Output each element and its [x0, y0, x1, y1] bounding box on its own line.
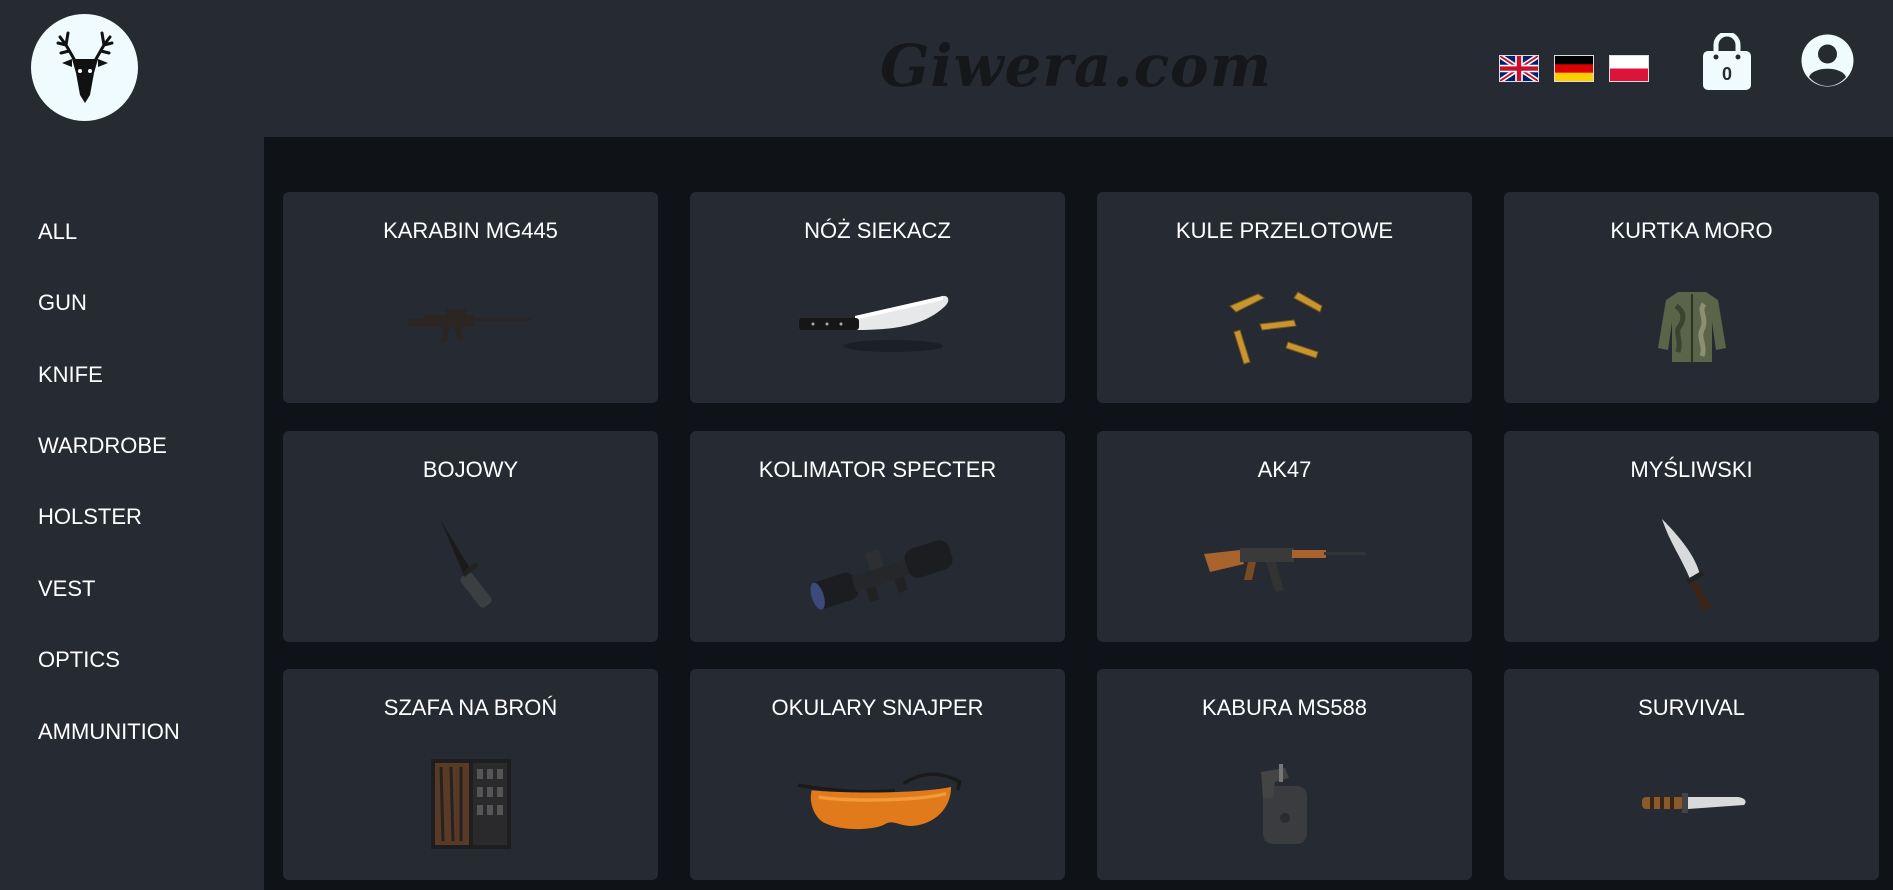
shooting-glasses-image	[793, 753, 963, 853]
polish-flag-icon[interactable]	[1609, 55, 1649, 82]
product-card[interactable]: MYŚLIWSKI	[1504, 431, 1879, 642]
product-title: NÓŻ SIEKACZ	[804, 218, 951, 243]
product-title: KOLIMATOR SPECTER	[758, 457, 997, 482]
product-card[interactable]: KABURA MS588	[1097, 669, 1472, 880]
product-title: MYŚLIWSKI	[1630, 457, 1753, 482]
header: Giwera.com 0	[0, 0, 1893, 137]
sidebar-item-gun[interactable]: GUN	[38, 288, 87, 318]
product-title: OKULARY SNAJPER	[771, 695, 984, 720]
product-card[interactable]: SURVIVAL	[1504, 669, 1879, 880]
sidebar-item-ammunition[interactable]: AMMUNITION	[38, 717, 180, 747]
user-icon	[1801, 34, 1854, 87]
gun-safe-image	[386, 753, 556, 853]
user-account-button[interactable]	[1800, 33, 1855, 88]
deer-icon	[56, 31, 113, 103]
cart-count: 0	[1721, 64, 1732, 84]
category-sidebar: ALL GUN KNIFE WARDROBE HOLSTER VEST OPTI…	[0, 137, 264, 890]
product-title: KURTKA MORO	[1610, 218, 1773, 243]
product-card[interactable]: OKULARY SNAJPER	[690, 669, 1065, 880]
product-card[interactable]: KULE PRZELOTOWE	[1097, 192, 1472, 403]
product-title: KABURA MS588	[1201, 695, 1368, 720]
sidebar-item-optics[interactable]: OPTICS	[38, 645, 120, 675]
brand-title: Giwera.com	[880, 32, 1273, 100]
chef-knife-image	[793, 276, 963, 376]
product-title: AK47	[1257, 457, 1312, 482]
product-title: SZAFA NA BROŃ	[383, 695, 558, 720]
sidebar-item-knife[interactable]: KNIFE	[38, 360, 103, 390]
product-card[interactable]: AK47	[1097, 431, 1472, 642]
product-title: KULE PRZELOTOWE	[1175, 218, 1394, 243]
hunting-knife-image	[1607, 515, 1777, 615]
sidebar-item-vest[interactable]: VEST	[38, 574, 95, 604]
rifle-image	[386, 276, 556, 376]
product-card[interactable]: SZAFA NA BROŃ	[283, 669, 658, 880]
scope-image	[793, 515, 963, 615]
survival-knife-image	[1607, 753, 1777, 853]
product-card[interactable]: KOLIMATOR SPECTER	[690, 431, 1065, 642]
deer-logo[interactable]	[31, 14, 138, 121]
camo-jacket-image	[1607, 276, 1777, 376]
product-card[interactable]: KURTKA MORO	[1504, 192, 1879, 403]
product-title: KARABIN MG445	[383, 218, 558, 243]
product-title: SURVIVAL	[1638, 695, 1745, 720]
holster-image	[1200, 753, 1370, 853]
bullets-image	[1200, 276, 1370, 376]
combat-knife-image	[386, 515, 556, 615]
sidebar-item-holster[interactable]: HOLSTER	[38, 502, 142, 532]
product-title: BOJOWY	[422, 457, 519, 482]
product-grid: KARABIN MG445 NÓŻ SIEKACZ KULE PRZELOTOW…	[264, 137, 1893, 890]
german-flag-icon[interactable]	[1554, 55, 1594, 82]
english-flag-icon[interactable]	[1499, 55, 1539, 82]
product-card[interactable]: NÓŻ SIEKACZ	[690, 192, 1065, 403]
product-card[interactable]: BOJOWY	[283, 431, 658, 642]
ak47-image	[1200, 515, 1370, 615]
product-card[interactable]: KARABIN MG445	[283, 192, 658, 403]
cart-button[interactable]: 0	[1700, 31, 1754, 91]
sidebar-item-all[interactable]: ALL	[38, 217, 77, 247]
sidebar-item-wardrobe[interactable]: WARDROBE	[38, 431, 167, 461]
